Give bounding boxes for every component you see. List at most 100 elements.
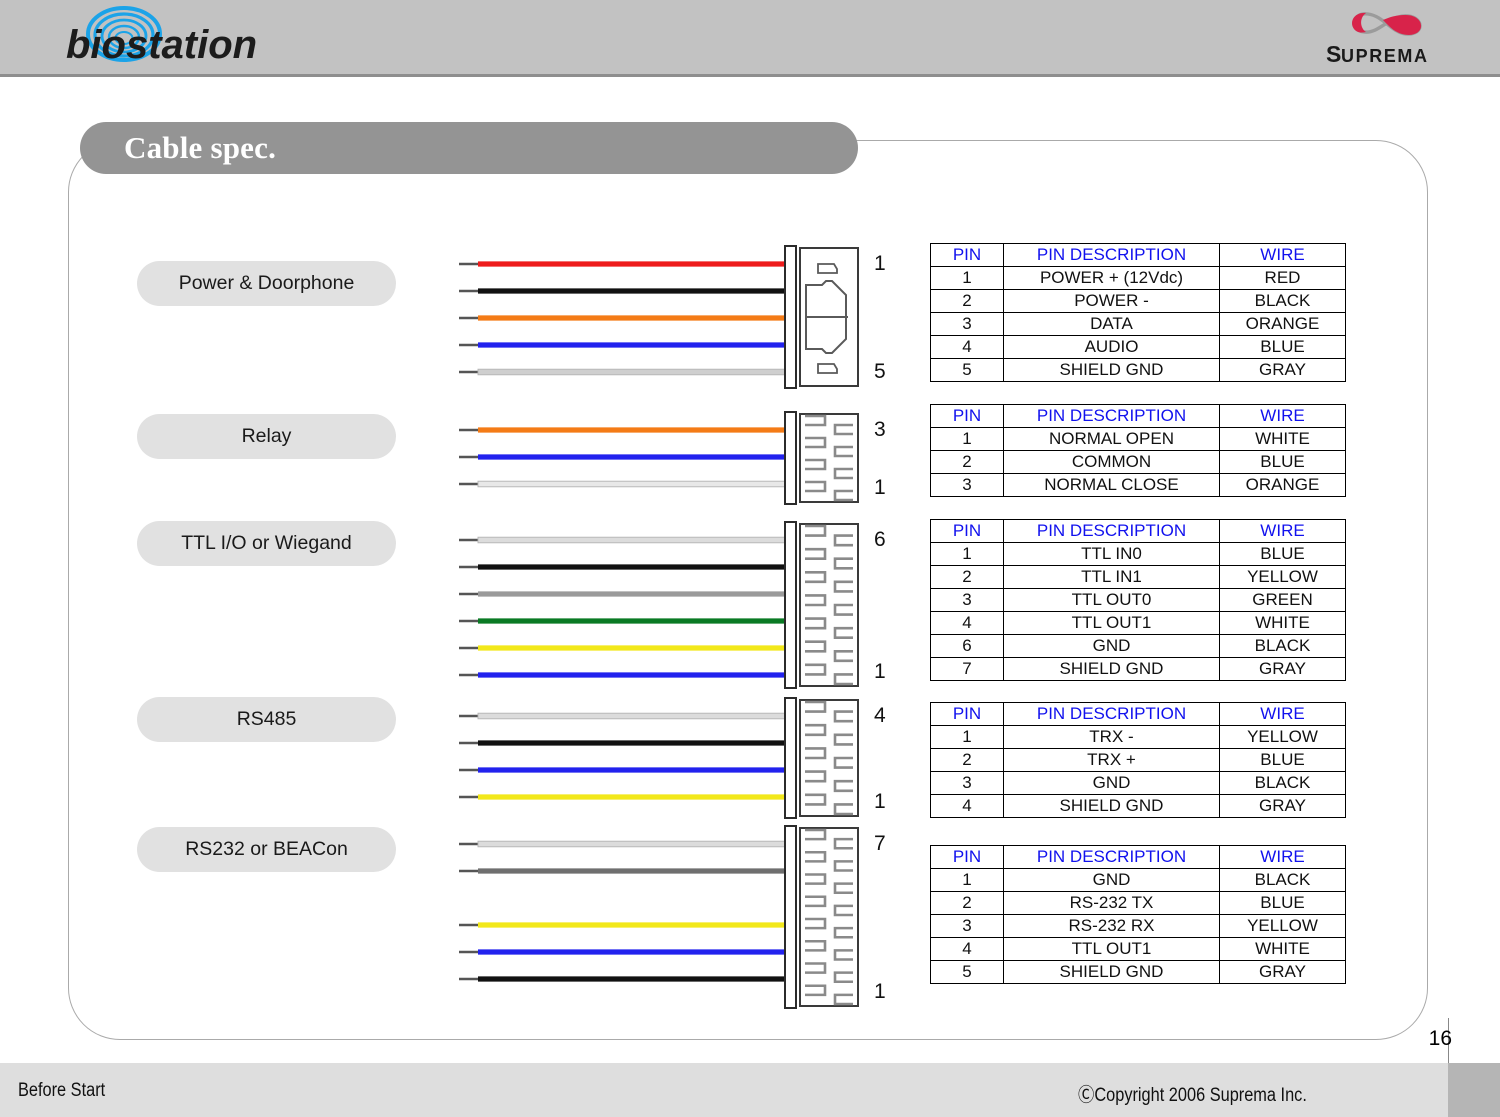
cell-pin: 4 xyxy=(930,335,1004,359)
biostation-logo: biostation xyxy=(52,6,312,72)
cell-wire: YELLOW xyxy=(1219,565,1346,589)
table-row: 2 COMMON BLUE xyxy=(930,450,1346,474)
pin-index-top: 1 xyxy=(874,252,886,275)
cell-description: SHIELD GND xyxy=(1003,960,1220,984)
cell-wire: GREEN xyxy=(1219,588,1346,612)
cell-pin: 1 xyxy=(930,725,1004,749)
column-header-pin: PIN xyxy=(930,519,1004,543)
cell-pin: 2 xyxy=(930,565,1004,589)
cell-wire: WHITE xyxy=(1219,611,1346,635)
cell-pin: 2 xyxy=(930,748,1004,772)
cell-wire: BLUE xyxy=(1219,335,1346,359)
pin-index-top: 6 xyxy=(874,528,886,551)
cell-pin: 3 xyxy=(930,914,1004,938)
cell-description: GND xyxy=(1003,771,1220,795)
cell-pin: 5 xyxy=(930,960,1004,984)
cell-description: RS-232 RX xyxy=(1003,914,1220,938)
footer-copyright: ⒸCopyright 2006 Suprema Inc. xyxy=(1078,1085,1307,1106)
cell-wire: WHITE xyxy=(1219,427,1346,451)
column-header-wire: WIRE xyxy=(1219,519,1346,543)
page-title: Cable spec. xyxy=(124,130,277,165)
cell-pin: 7 xyxy=(930,657,1004,681)
column-header-pin-description: PIN DESCRIPTION xyxy=(1003,404,1220,428)
suprema-logo: S UPREMA xyxy=(1310,4,1460,72)
cell-pin: 4 xyxy=(930,794,1004,818)
cell-wire: GRAY xyxy=(1219,794,1346,818)
column-header-pin: PIN xyxy=(930,404,1004,428)
cell-pin: 3 xyxy=(930,588,1004,612)
cell-pin: 3 xyxy=(930,771,1004,795)
cable-diagram-power-doorphone: 15 xyxy=(455,238,890,406)
table-row: 7 SHIELD GND GRAY xyxy=(930,657,1346,681)
table-row: 4 TTL OUT1 WHITE xyxy=(930,937,1346,961)
connector-label-text: RS232 or BEACon xyxy=(185,838,348,860)
table-row: 3 RS-232 RX YELLOW xyxy=(930,914,1346,938)
connector-label-ttl-i-o-or-wiegand[interactable]: TTL I/O or Wiegand xyxy=(137,521,396,566)
column-header-pin-description: PIN DESCRIPTION xyxy=(1003,702,1220,726)
cell-description: SHIELD GND xyxy=(1003,657,1220,681)
cell-pin: 6 xyxy=(930,634,1004,658)
pin-index-bottom: 1 xyxy=(874,980,886,1003)
table-header-row: PIN PIN DESCRIPTION WIRE xyxy=(930,404,1346,428)
cell-pin: 1 xyxy=(930,542,1004,566)
table-row: 4 AUDIO BLUE xyxy=(930,335,1346,359)
table-row: 2 POWER - BLACK xyxy=(930,289,1346,313)
table-row: 2 RS-232 TX BLUE xyxy=(930,891,1346,915)
table-row: 3 NORMAL CLOSE ORANGE xyxy=(930,473,1346,497)
table-header-row: PIN PIN DESCRIPTION WIRE xyxy=(930,519,1346,543)
svg-text:UPREMA: UPREMA xyxy=(1341,46,1429,66)
cell-wire: RED xyxy=(1219,266,1346,290)
pin-table-relay: PIN PIN DESCRIPTION WIRE 1 NORMAL OPEN WHITE 2… xyxy=(930,404,1346,497)
table-row: 2 TTL IN1 YELLOW xyxy=(930,565,1346,589)
cell-description: POWER + (12Vdc) xyxy=(1003,266,1220,290)
connector-label-power-doorphone[interactable]: Power & Doorphone xyxy=(137,261,396,306)
cell-description: TTL IN0 xyxy=(1003,542,1220,566)
table-row: 4 TTL OUT1 WHITE xyxy=(930,611,1346,635)
cable-diagram-rs485: 41 xyxy=(455,690,890,836)
pin-table-power-doorphone: PIN PIN DESCRIPTION WIRE 1 POWER + (12Vdc) RE… xyxy=(930,243,1346,382)
column-header-pin: PIN xyxy=(930,702,1004,726)
cell-description: TTL OUT0 xyxy=(1003,588,1220,612)
column-header-wire: WIRE xyxy=(1219,243,1346,267)
pin-index-bottom: 5 xyxy=(874,360,886,383)
cable-diagram-ttl-i-o-or-wiegand: 61 xyxy=(455,514,890,706)
cell-description: SHIELD GND xyxy=(1003,358,1220,382)
table-row: 1 TRX - YELLOW xyxy=(930,725,1346,749)
page-number: 16 xyxy=(1428,1027,1452,1050)
cell-description: SHIELD GND xyxy=(1003,794,1220,818)
column-header-wire: WIRE xyxy=(1219,702,1346,726)
cell-wire: BLACK xyxy=(1219,634,1346,658)
table-header-row: PIN PIN DESCRIPTION WIRE xyxy=(930,243,1346,267)
column-header-wire: WIRE xyxy=(1219,404,1346,428)
cell-wire: GRAY xyxy=(1219,657,1346,681)
connector-label-text: TTL I/O or Wiegand xyxy=(181,532,352,554)
cell-wire: WHITE xyxy=(1219,937,1346,961)
footer-bar-accent xyxy=(1448,1063,1500,1117)
cell-pin: 4 xyxy=(930,937,1004,961)
column-header-pin-description: PIN DESCRIPTION xyxy=(1003,519,1220,543)
page-header: biostation S UPREMA xyxy=(0,0,1500,77)
cell-wire: BLUE xyxy=(1219,450,1346,474)
connector-label-relay[interactable]: Relay xyxy=(137,414,396,459)
pin-index-top: 3 xyxy=(874,418,886,441)
pin-index-bottom: 1 xyxy=(874,660,886,683)
table-row: 6 GND BLACK xyxy=(930,634,1346,658)
cell-pin: 2 xyxy=(930,450,1004,474)
cell-description: TTL OUT1 xyxy=(1003,937,1220,961)
cell-description: GND xyxy=(1003,634,1220,658)
cell-pin: 1 xyxy=(930,868,1004,892)
cell-pin: 3 xyxy=(930,312,1004,336)
pin-table-rs232-or-beacon: PIN PIN DESCRIPTION WIRE 1 GND BLACK 2 RS-232 T… xyxy=(930,845,1346,984)
table-row: 1 NORMAL OPEN WHITE xyxy=(930,427,1346,451)
cell-description: NORMAL CLOSE xyxy=(1003,473,1220,497)
table-row: 3 TTL OUT0 GREEN xyxy=(930,588,1346,612)
cell-wire: BLACK xyxy=(1219,771,1346,795)
connector-label-rs232-or-beacon[interactable]: RS232 or BEACon xyxy=(137,827,396,872)
cell-wire: YELLOW xyxy=(1219,914,1346,938)
pin-index-top: 4 xyxy=(874,704,886,727)
column-header-pin: PIN xyxy=(930,243,1004,267)
cell-description: DATA xyxy=(1003,312,1220,336)
table-row: 1 TTL IN0 BLUE xyxy=(930,542,1346,566)
table-row: 5 SHIELD GND GRAY xyxy=(930,358,1346,382)
connector-label-rs485[interactable]: RS485 xyxy=(137,697,396,742)
